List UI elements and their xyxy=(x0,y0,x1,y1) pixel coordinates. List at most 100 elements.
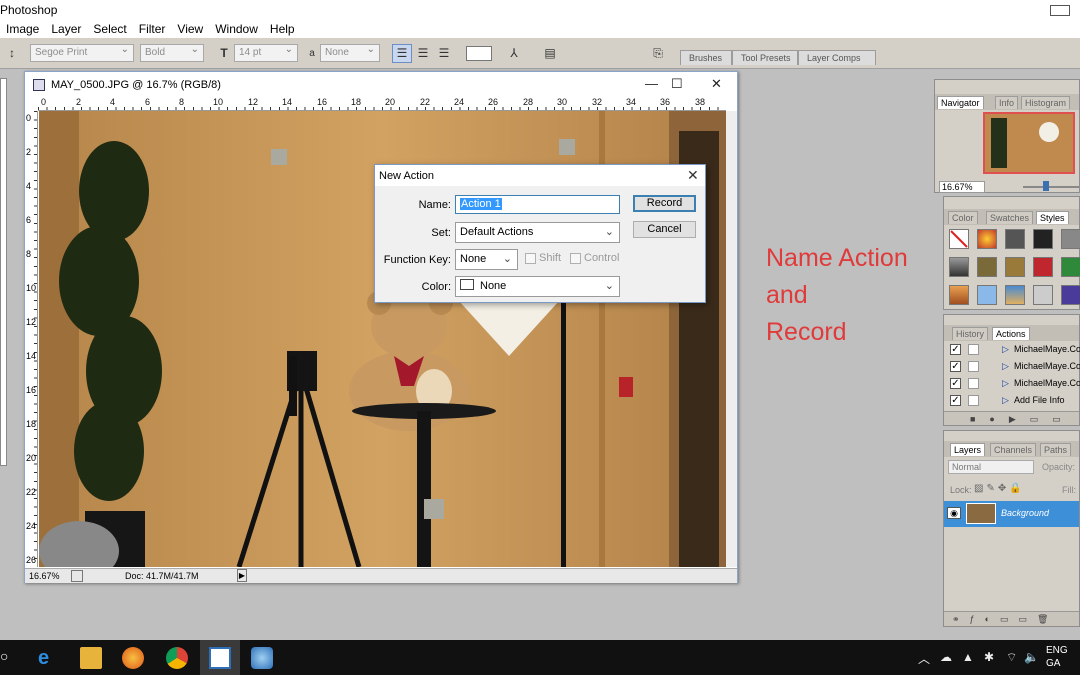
action-enabled-checkbox[interactable]: ✓ xyxy=(950,344,961,355)
zoom-readout[interactable]: 16.67% xyxy=(29,571,65,581)
cancel-button[interactable]: Cancel xyxy=(633,221,696,238)
style-swatch-icon[interactable] xyxy=(977,285,997,305)
file-explorer-icon[interactable] xyxy=(80,647,102,669)
onedrive-icon[interactable]: ☁ xyxy=(940,650,952,664)
action-enabled-checkbox[interactable]: ✓ xyxy=(950,395,961,406)
close-icon[interactable]: ✕ xyxy=(711,76,722,92)
edge-browser-icon[interactable]: e xyxy=(38,647,60,669)
dialog-toggle-checkbox[interactable] xyxy=(968,361,979,372)
tab-layers[interactable]: Layers xyxy=(950,443,986,456)
warp-text-icon[interactable]: ⅄ xyxy=(504,44,524,63)
function-key-select[interactable]: None ⌄ xyxy=(455,249,518,270)
tab-actions[interactable]: Actions xyxy=(992,327,1030,340)
menu-help[interactable]: Help xyxy=(264,20,301,38)
record-button[interactable]: Record xyxy=(633,195,696,212)
dialog-toggle-checkbox[interactable] xyxy=(968,395,979,406)
menu-select[interactable]: Select xyxy=(87,20,132,38)
status-menu-arrow-icon[interactable]: ▶ xyxy=(237,569,247,582)
action-row[interactable]: ✓ ▷ MichaelMaye.Co xyxy=(947,341,1080,358)
set-select[interactable]: Default Actions ⌄ xyxy=(455,222,620,243)
minimize-button[interactable] xyxy=(1050,5,1070,16)
action-enabled-checkbox[interactable]: ✓ xyxy=(950,361,961,372)
action-row[interactable]: ✓ ▷ MichaelMaye.Co xyxy=(947,358,1080,375)
layers-panel[interactable]: Layers Channels Paths Normal Opacity: Lo… xyxy=(943,430,1080,627)
align-right-icon[interactable]: ☰ xyxy=(434,44,454,63)
styles-panel[interactable]: Color Swatches Styles xyxy=(943,196,1080,310)
menu-image[interactable]: Image xyxy=(0,20,45,38)
tab-navigator[interactable]: Navigator xyxy=(937,96,984,109)
action-enabled-checkbox[interactable]: ✓ xyxy=(950,378,961,389)
quick-mask-icon[interactable] xyxy=(71,570,83,582)
character-panel-icon[interactable]: ▤ xyxy=(540,44,560,63)
tab-color[interactable]: Color xyxy=(948,211,978,224)
style-swatch-icon[interactable] xyxy=(1061,229,1080,249)
actions-panel[interactable]: History Actions ✓ ▷ MichaelMaye.Co ✓ ▷ M… xyxy=(943,314,1080,426)
text-orientation-icon[interactable]: ↕ xyxy=(2,44,22,63)
menu-filter[interactable]: Filter xyxy=(133,20,172,38)
style-swatch-icon[interactable] xyxy=(1061,257,1080,277)
style-swatch-icon[interactable] xyxy=(1033,257,1053,277)
navigator-thumbnail[interactable] xyxy=(983,112,1075,174)
firefox-icon[interactable] xyxy=(122,647,144,669)
tab-channels[interactable]: Channels xyxy=(990,443,1037,456)
control-checkbox[interactable] xyxy=(570,253,581,264)
eye-icon[interactable]: ◉ xyxy=(947,507,961,519)
vertical-scrollbar[interactable] xyxy=(726,111,737,567)
font-family-select[interactable]: Segoe Print xyxy=(30,42,134,62)
style-swatch-icon[interactable] xyxy=(977,229,997,249)
dialog-toggle-checkbox[interactable] xyxy=(968,378,979,389)
tab-tool-presets[interactable]: Tool Presets xyxy=(732,50,798,65)
minimize-icon[interactable]: — xyxy=(645,76,658,91)
new-action-dialog[interactable]: New Action ✕ Name: Action 1 Set: Default… xyxy=(374,164,706,303)
layer-row-background[interactable]: ◉ Background xyxy=(944,501,1079,527)
style-swatch-icon[interactable] xyxy=(977,257,997,277)
menu-window[interactable]: Window xyxy=(209,20,264,38)
action-row[interactable]: ✓ ▷ Add File Info xyxy=(947,392,1080,409)
document-window[interactable]: MAY_0500.JPG @ 16.7% (RGB/8) — ☐ ✕ 0 2 4… xyxy=(24,71,738,583)
tab-histogram[interactable]: Histogram xyxy=(1021,96,1071,109)
drive-icon[interactable]: ▲ xyxy=(962,650,974,664)
action-name-input[interactable]: Action 1 xyxy=(455,195,620,214)
shift-checkbox[interactable] xyxy=(525,253,536,264)
maximize-icon[interactable]: ☐ xyxy=(671,76,683,92)
paint-app-icon[interactable] xyxy=(251,647,273,669)
font-style-select[interactable]: Bold xyxy=(140,42,204,62)
tab-paths[interactable]: Paths xyxy=(1040,443,1072,456)
photo-app-icon[interactable] xyxy=(209,647,231,669)
dialog-toggle-checkbox[interactable] xyxy=(968,344,979,355)
style-swatch-icon[interactable] xyxy=(949,257,969,277)
language-indicator[interactable]: ENG GA xyxy=(1046,644,1068,670)
security-icon[interactable]: ✱ xyxy=(984,650,994,664)
search-icon[interactable]: ○ xyxy=(0,648,8,664)
zoom-slider[interactable] xyxy=(1023,186,1079,188)
volume-icon[interactable]: 🔈 xyxy=(1024,650,1039,664)
expand-triangle-icon[interactable]: ▷ xyxy=(1002,341,1009,358)
tab-styles[interactable]: Styles xyxy=(1036,211,1069,224)
tab-brushes[interactable]: Brushes xyxy=(680,50,732,65)
blend-mode-select[interactable]: Normal xyxy=(948,460,1034,474)
style-swatch-icon[interactable] xyxy=(1005,257,1025,277)
chrome-icon[interactable] xyxy=(166,647,188,669)
palette-well-icon[interactable]: ⎘ xyxy=(648,44,668,63)
zoom-slider-thumb[interactable] xyxy=(1043,181,1049,191)
toolbox[interactable] xyxy=(0,78,7,466)
tab-history[interactable]: History xyxy=(952,327,989,340)
style-swatch-icon[interactable] xyxy=(1033,285,1053,305)
font-size-select[interactable]: 14 pt xyxy=(234,42,298,62)
lock-icons[interactable]: ▨✎✥🔒 xyxy=(974,483,1025,494)
expand-triangle-icon[interactable]: ▷ xyxy=(1002,358,1009,375)
layers-footer-buttons[interactable]: ⚭ƒ◐▭▭🗑 xyxy=(944,611,1079,626)
anti-alias-select[interactable]: None xyxy=(320,42,380,62)
dialog-close-icon[interactable]: ✕ xyxy=(687,167,699,184)
tab-swatches[interactable]: Swatches xyxy=(986,211,1034,224)
tab-layer-comps[interactable]: Layer Comps xyxy=(798,50,876,65)
style-swatch-icon[interactable] xyxy=(1061,285,1080,305)
style-swatch-icon[interactable] xyxy=(1005,285,1025,305)
style-swatch-icon[interactable] xyxy=(949,285,969,305)
tray-chevron-icon[interactable]: ︿ xyxy=(918,650,930,667)
navigator-panel[interactable]: Navigator Info Histogram 16.67% xyxy=(934,79,1080,193)
align-left-icon[interactable]: ☰ xyxy=(392,44,412,63)
menu-layer[interactable]: Layer xyxy=(45,20,87,38)
style-none-icon[interactable] xyxy=(949,229,969,249)
navigator-zoom[interactable]: 16.67% xyxy=(939,181,985,193)
